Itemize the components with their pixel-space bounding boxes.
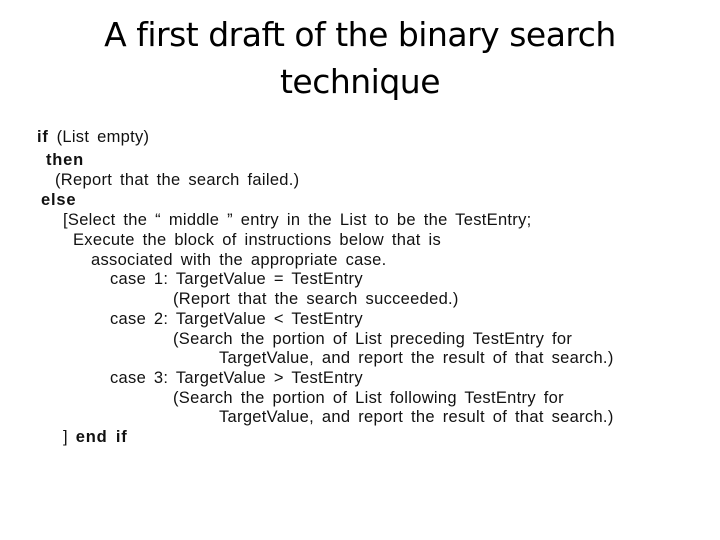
execute-block-line: Execute the block of instructions below … [73, 231, 442, 249]
else-keyword: else [41, 191, 77, 209]
if-keyword: if [37, 128, 49, 146]
end-if-line: ] end if [63, 427, 128, 447]
if-line: if (List empty) [37, 127, 149, 147]
case-3-action-line-2: TargetValue, and report the result of th… [219, 408, 614, 426]
slide-title-line-2: technique [279, 62, 441, 101]
then-keyword: then [46, 151, 85, 169]
case-2-line: case 2: TargetValue < TestEntry [110, 310, 363, 328]
end-if-keyword: end if [75, 428, 128, 446]
case-1-action: (Report that the search succeeded.) [173, 290, 459, 308]
case-3-action-line-1: (Search the portion of List following Te… [173, 389, 564, 407]
case-2-action-line-2: TargetValue, and report the result of th… [219, 349, 614, 367]
case-1-line: case 1: TargetValue = TestEntry [110, 270, 363, 288]
select-middle-line: [Select the “ middle ” entry in the List… [63, 211, 532, 229]
then-action: (Report that the search failed.) [55, 171, 300, 189]
slide-title-line-1: A first draft of the binary search [104, 15, 616, 54]
closing-bracket: ] [63, 428, 76, 446]
if-condition: (List empty) [48, 128, 150, 146]
case-2-action-line-1: (Search the portion of List preceding Te… [173, 330, 573, 348]
associated-case-line: associated with the appropriate case. [91, 251, 387, 269]
case-3-line: case 3: TargetValue > TestEntry [110, 369, 363, 387]
